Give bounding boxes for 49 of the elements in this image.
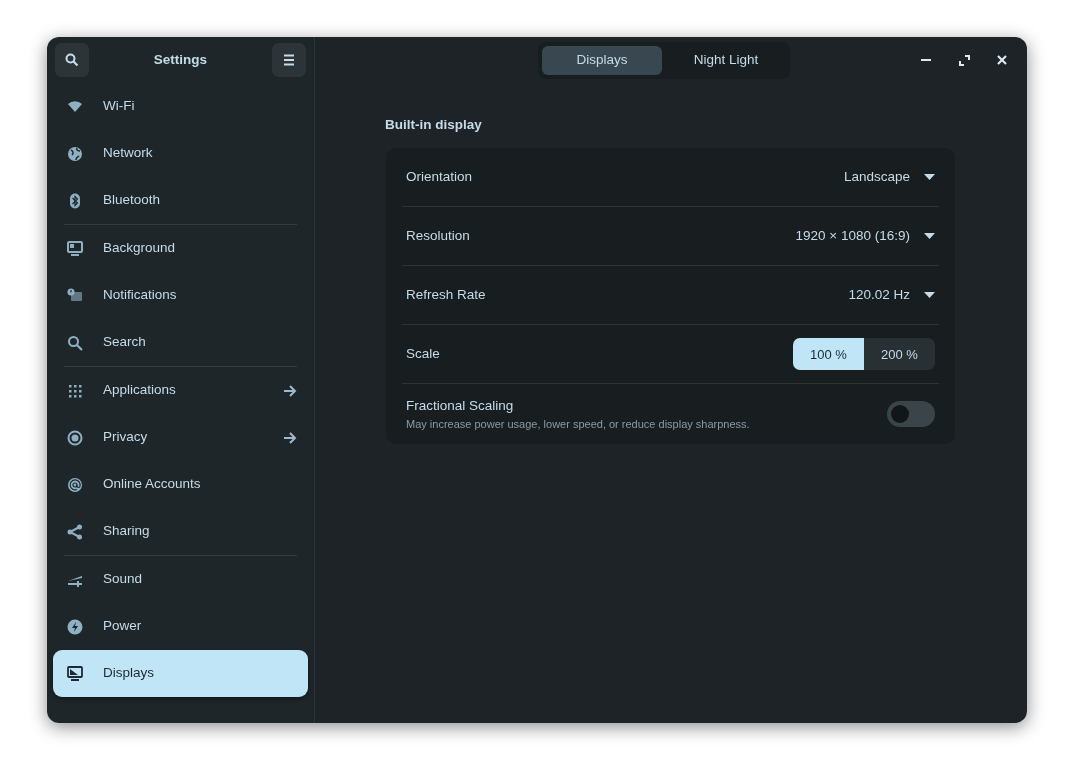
display-icon — [67, 665, 83, 682]
lightning-icon — [67, 618, 83, 635]
sidebar-item[interactable]: Power — [53, 603, 308, 650]
caret-icon — [924, 233, 935, 240]
grid-icon — [67, 382, 83, 399]
sidebar-item[interactable]: Bluetooth — [53, 177, 308, 224]
scale-option[interactable]: 200 % — [864, 338, 935, 371]
target-icon — [67, 429, 83, 446]
sidebar-item[interactable]: Sound — [53, 556, 308, 603]
sidebar-item[interactable]: Sharing — [53, 508, 308, 555]
sidebar-item[interactable]: Notifications — [53, 272, 308, 319]
search-icon — [67, 334, 83, 351]
dropdown[interactable]: 1920 × 1080 (16:9) — [795, 226, 935, 247]
setting-label: Refresh Rate — [406, 286, 487, 305]
sidebar-item[interactable]: Privacy — [53, 414, 308, 461]
toggle-switch[interactable] — [887, 401, 935, 428]
dropdown[interactable]: 120.02 Hz — [848, 285, 935, 306]
share-icon — [67, 523, 83, 540]
sidebar-item[interactable]: Online Accounts — [53, 461, 308, 508]
scale-option[interactable]: 100 % — [793, 338, 864, 371]
notification-icon — [67, 287, 83, 304]
sidebar-item[interactable]: Wi-Fi — [53, 83, 308, 130]
menu-icon — [283, 54, 295, 66]
setting-label: Fractional Scaling — [406, 396, 515, 415]
tab[interactable]: Displays — [542, 45, 662, 75]
caret-icon — [924, 292, 935, 299]
globe-icon — [67, 145, 83, 162]
setting-description: May increase power usage, lower speed, or reduce display sharpness. — [406, 417, 751, 433]
close-icon — [997, 55, 1007, 65]
sidebar-item[interactable]: Search — [53, 319, 308, 366]
menu-button[interactable] — [272, 43, 306, 77]
sidebar-item[interactable]: Network — [53, 130, 308, 177]
sidebar-item[interactable]: Background — [53, 225, 308, 272]
sidebar-item[interactable]: Applications — [53, 367, 308, 414]
setting-label: Orientation — [406, 168, 474, 187]
sidebar-item[interactable]: Displays — [53, 650, 308, 697]
sidebar-title: Settings — [152, 50, 209, 69]
monitor-icon — [67, 240, 83, 257]
search-button[interactable] — [55, 43, 89, 77]
at-sign-icon — [67, 476, 83, 493]
setting-label: Scale — [406, 345, 441, 364]
tab[interactable]: Night Light — [666, 45, 786, 75]
caret-icon — [924, 174, 935, 181]
maximize-icon — [958, 54, 970, 66]
section-title: Built-in display — [385, 116, 483, 134]
bluetooth-icon — [67, 192, 83, 209]
dropdown[interactable]: Landscape — [843, 167, 935, 188]
search-icon — [65, 53, 79, 67]
setting-label: Resolution — [406, 227, 471, 246]
